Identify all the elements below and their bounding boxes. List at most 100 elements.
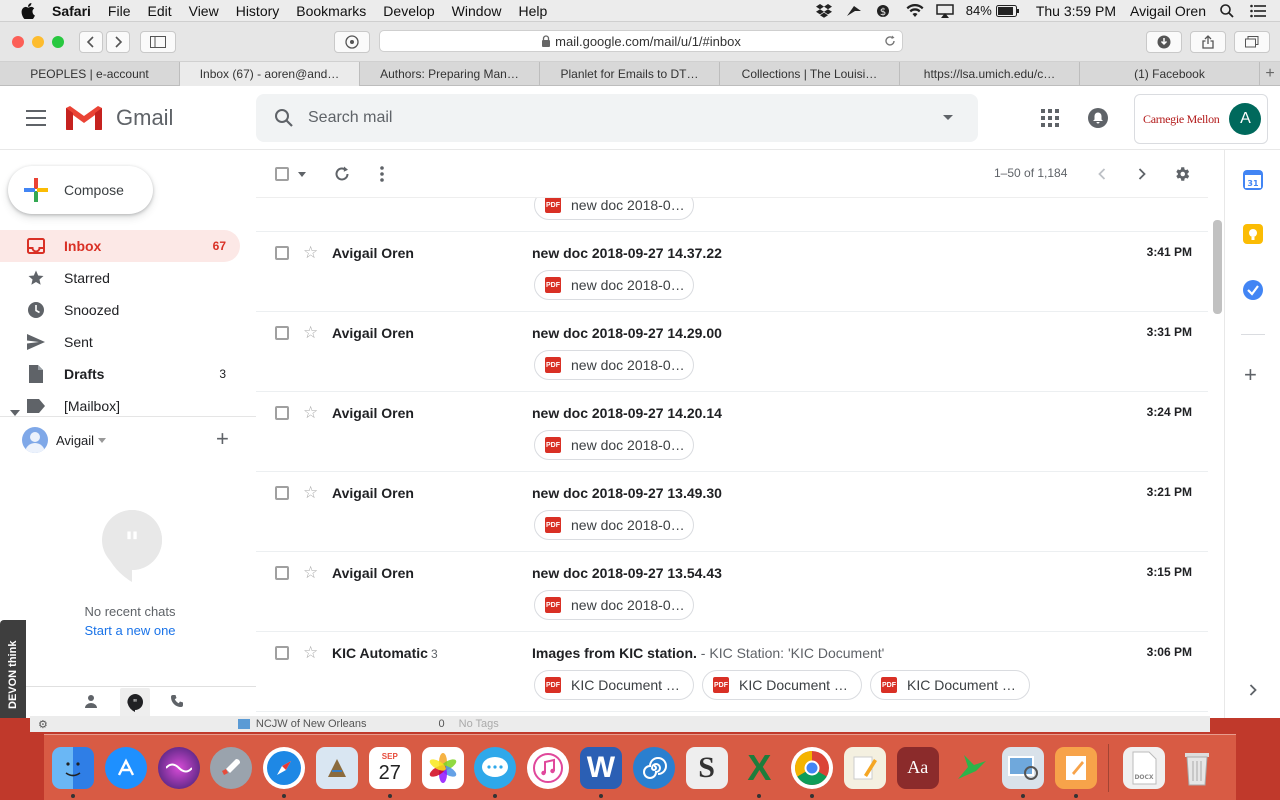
pages-icon[interactable] — [1055, 746, 1098, 798]
launchpad-rocket-icon[interactable] — [210, 746, 253, 789]
menu-file[interactable]: File — [108, 3, 131, 19]
email-row[interactable]: ☆ Avigail Oren new doc 2018-09-27 13.49.30… — [256, 472, 1208, 552]
main-menu-icon[interactable] — [26, 110, 46, 126]
scrollbar-thumb[interactable] — [1213, 220, 1222, 314]
email-select-checkbox[interactable] — [275, 326, 289, 340]
browser-tab[interactable]: (1) Facebook — [1080, 62, 1260, 86]
app-store-icon[interactable] — [104, 746, 147, 789]
forward-button[interactable] — [106, 31, 130, 53]
close-window-button[interactable] — [12, 35, 24, 48]
dollar-icon[interactable]: $ — [876, 4, 892, 18]
attachment-chip[interactable]: PDF KIC Document … — [870, 670, 1030, 700]
preview-icon[interactable] — [1002, 746, 1045, 798]
expand-panel-chevron-icon[interactable] — [1249, 684, 1257, 696]
star-toggle-icon[interactable]: ☆ — [303, 483, 318, 503]
calendar-app-icon[interactable]: SEP 27 — [368, 746, 411, 798]
email-select-checkbox[interactable] — [275, 566, 289, 580]
menubar-user[interactable]: Avigail Oren — [1130, 3, 1206, 19]
attachment-chip[interactable]: PDF new doc 2018-0… — [534, 510, 694, 540]
new-tab-button[interactable]: + — [1260, 62, 1280, 85]
tasks-icon[interactable] — [1243, 280, 1263, 300]
reload-icon[interactable] — [884, 35, 896, 47]
zoom-window-button[interactable] — [52, 35, 64, 48]
search-options-caret-icon[interactable] — [942, 114, 954, 122]
hummingbird-icon[interactable] — [950, 747, 992, 789]
devonthink-sidebar-tab[interactable]: DEVON think — [0, 620, 26, 718]
star-toggle-icon[interactable]: ☆ — [303, 243, 318, 263]
select-options-caret-icon[interactable] — [298, 172, 306, 177]
gmail-logo[interactable]: Gmail — [64, 104, 173, 132]
mail-stamp-icon[interactable] — [315, 746, 358, 789]
attachment-chip[interactable]: PDF new doc 2018-0… — [534, 350, 694, 380]
add-addon-plus-icon[interactable]: + — [1244, 364, 1257, 386]
notifications-bell-icon[interactable] — [1086, 106, 1110, 130]
nav-item-starred[interactable]: Starred — [0, 262, 240, 294]
docx-file-icon[interactable]: DOCX — [1122, 746, 1165, 789]
browser-tab[interactable]: Authors: Preparing Man… — [360, 62, 540, 86]
menu-develop[interactable]: Develop — [383, 3, 434, 19]
menu-history[interactable]: History — [236, 3, 280, 19]
scrivener-nautilus-icon[interactable] — [632, 746, 675, 789]
status-caret-icon[interactable] — [98, 437, 107, 443]
email-row[interactable]: ☆ Avigail Oren new doc 2018-09-27 14.37.22… — [256, 232, 1208, 312]
star-toggle-icon[interactable]: ☆ — [303, 323, 318, 343]
star-toggle-icon[interactable]: ☆ — [303, 403, 318, 423]
scrivener-s-icon[interactable]: S — [685, 746, 728, 789]
compose-button[interactable]: Compose — [8, 166, 153, 214]
tab-overview-button[interactable] — [1234, 31, 1270, 53]
menu-view[interactable]: View — [189, 3, 219, 19]
email-select-checkbox[interactable] — [275, 246, 289, 260]
reader-privacy-button[interactable] — [334, 31, 370, 53]
calendar-icon[interactable]: 31 — [1243, 170, 1263, 190]
apple-menu-icon[interactable] — [18, 2, 38, 19]
account-avatar[interactable]: A — [1229, 103, 1262, 135]
safari-compass-icon[interactable] — [263, 746, 306, 798]
menu-bookmarks[interactable]: Bookmarks — [296, 3, 366, 19]
attachment-chip[interactable]: PDF new doc 2018-0… — [534, 430, 694, 460]
email-select-checkbox[interactable] — [275, 406, 289, 420]
finder-icon[interactable] — [52, 746, 94, 798]
start-new-chat-link[interactable]: Start a new one — [0, 623, 260, 638]
downloads-button[interactable] — [1146, 31, 1182, 53]
search-mail-input[interactable]: Search mail — [256, 94, 978, 142]
older-chevron-left-icon[interactable] — [1098, 168, 1106, 180]
back-button[interactable] — [79, 31, 103, 53]
email-row[interactable]: ☆ Avigail Oren new doc 2018-09-27 14.20.14… — [256, 392, 1208, 472]
hangouts-user[interactable]: Avigail + — [22, 424, 240, 456]
gear-icon[interactable]: ⚙ — [38, 718, 48, 731]
nav-item-mailbox[interactable]: [Mailbox] — [0, 390, 240, 422]
account-switcher[interactable]: Carnegie Mellon A — [1134, 94, 1268, 144]
battery-icon[interactable] — [995, 4, 1020, 18]
nav-item-snoozed[interactable]: Snoozed — [0, 294, 240, 326]
sidebar-toggle-button[interactable] — [140, 31, 176, 53]
wifi-icon[interactable] — [906, 3, 924, 18]
more-options-icon[interactable] — [380, 166, 384, 182]
attachment-chip[interactable]: PDF new doc 2018-0… — [534, 198, 694, 220]
browser-tab[interactable]: Collections | The Louisi… — [720, 62, 900, 86]
attachment-chip[interactable]: PDF new doc 2018-0… — [534, 270, 694, 300]
select-all-checkbox[interactable] — [275, 167, 289, 181]
contacts-person-icon[interactable] — [84, 694, 98, 711]
keep-notes-icon[interactable] — [1243, 224, 1263, 244]
search-icon[interactable] — [274, 108, 294, 128]
attachment-chip[interactable]: PDF new doc 2018-0… — [534, 590, 694, 620]
browser-tab[interactable]: https://lsa.umich.edu/c… — [900, 62, 1080, 86]
airplay-icon[interactable] — [936, 3, 954, 18]
notification-center-icon[interactable] — [1250, 4, 1266, 18]
minimize-window-button[interactable] — [32, 35, 44, 48]
photos-icon[interactable] — [421, 746, 464, 789]
apps-grid-icon[interactable] — [1038, 106, 1062, 130]
address-bar[interactable]: mail.google.com/mail/u/1/#inbox — [379, 30, 903, 52]
menubar-clock[interactable]: Thu 3:59 PM — [1036, 3, 1116, 19]
share-button[interactable] — [1190, 31, 1226, 53]
spotlight-search-icon[interactable] — [1220, 3, 1236, 18]
email-row[interactable]: ☆ KIC Automatic 3 Images from KIC station. … — [256, 632, 1208, 712]
browser-tab-active[interactable]: Inbox (67) - aoren@and… — [180, 62, 360, 86]
menu-safari[interactable]: Safari — [52, 3, 91, 19]
refresh-icon[interactable] — [333, 165, 351, 183]
trash-icon[interactable] — [1176, 747, 1218, 789]
star-toggle-icon[interactable]: ☆ — [303, 643, 318, 663]
star-toggle-icon[interactable]: ☆ — [303, 563, 318, 583]
chrome-icon[interactable] — [791, 746, 834, 798]
background-row-name[interactable]: NCJW of New Orleans — [256, 718, 367, 730]
